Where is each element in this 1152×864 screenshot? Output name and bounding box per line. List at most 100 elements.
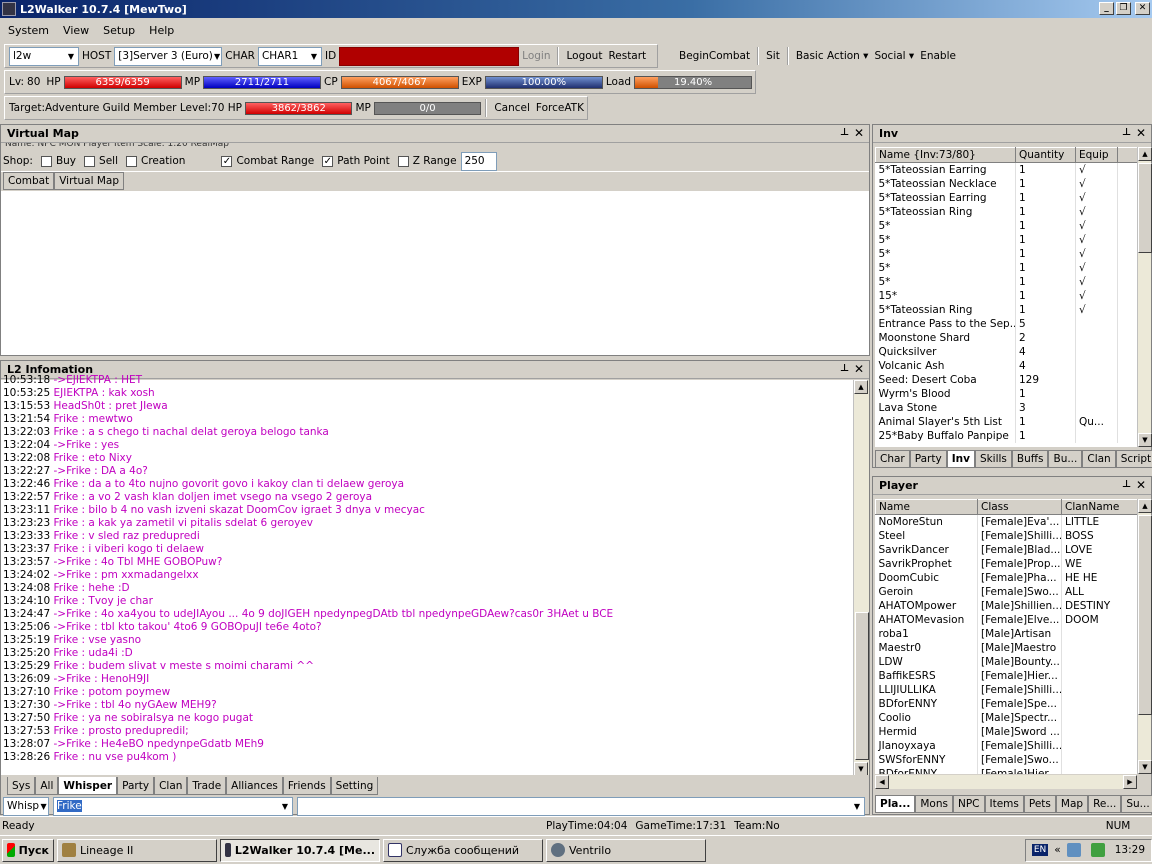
close-icon[interactable]: ✕: [854, 362, 864, 376]
inventory-row[interactable]: 5*Tateossian Ring 1 √: [875, 302, 1137, 317]
player-col-class[interactable]: Class: [977, 499, 1062, 515]
chat-log[interactable]: 10:53:18 ->EJIEKTPA : HET 10:53:25 EJIEKT…: [1, 374, 853, 776]
tab-virtual-map[interactable]: Virtual Map: [54, 172, 125, 190]
player-col-clan[interactable]: ClanName: [1061, 499, 1137, 515]
inv-col-name[interactable]: Name {Inv:73/80}: [875, 147, 1016, 163]
z-range-input[interactable]: 250: [460, 151, 497, 171]
player-row[interactable]: JIanoyxaya [Female]Shilli...: [875, 738, 1137, 753]
social-menu[interactable]: Social ▾: [874, 50, 914, 62]
message-input[interactable]: ▼: [297, 796, 865, 816]
inv-tab-4[interactable]: Buffs: [1011, 450, 1049, 468]
maximize-button[interactable]: ❐: [1116, 2, 1131, 15]
taskbar-l2walker[interactable]: L2Walker 10.7.4 [Me...: [220, 838, 380, 862]
player-row[interactable]: DoomCubic [Female]Pha... HE HE: [875, 570, 1137, 585]
chat-tab-sys[interactable]: Sys: [7, 777, 36, 795]
inventory-row[interactable]: Entrance Pass to the Sep... 5: [875, 316, 1137, 331]
inventory-scrollbar[interactable]: ▲ ▼: [1137, 147, 1152, 447]
inventory-row[interactable]: Moonstone Shard 2: [875, 330, 1137, 345]
tray-expand-icon[interactable]: «: [1054, 844, 1060, 856]
inventory-row[interactable]: Seed: Desert Coba 129: [875, 372, 1137, 387]
player-col-name[interactable]: Name: [875, 499, 978, 515]
menu-setup[interactable]: Setup: [103, 24, 135, 37]
menu-system[interactable]: System: [8, 24, 49, 37]
inv-col-quantity[interactable]: Quantity: [1015, 147, 1076, 163]
host-combo[interactable]: [3]Server 3 (Euro) ▼: [114, 46, 223, 66]
tab-combat[interactable]: Combat: [3, 172, 55, 190]
player-row[interactable]: AHATOMpower [Male]Shillien... DESTINY: [875, 598, 1137, 613]
minimize-button[interactable]: _: [1099, 2, 1114, 15]
inv-tab-6[interactable]: Clan: [1082, 450, 1116, 468]
chat-tab-alliances[interactable]: Alliances: [226, 777, 283, 795]
player-row[interactable]: BDforENNY [Female]Hier...: [875, 766, 1137, 774]
inv-tab-5[interactable]: Bu...: [1048, 450, 1083, 468]
scroll-down-icon[interactable]: ▼: [1138, 760, 1152, 774]
close-icon[interactable]: ✕: [1136, 126, 1146, 140]
player-row[interactable]: SavrikProphet [Female]Prop... WE: [875, 556, 1137, 571]
scroll-thumb[interactable]: [1138, 163, 1152, 253]
player-row[interactable]: SWSforENNY [Female]Swo...: [875, 752, 1137, 767]
scroll-down-icon[interactable]: ▼: [854, 762, 868, 776]
whisper-target-select[interactable]: Frike ▼: [53, 796, 293, 816]
player-tab-5[interactable]: Map: [1055, 795, 1089, 813]
player-tab-4[interactable]: Pets: [1023, 795, 1056, 813]
sync-icon[interactable]: [1090, 843, 1105, 857]
inv-col-equip[interactable]: Equip: [1075, 147, 1118, 163]
scroll-up-icon[interactable]: ▲: [854, 380, 868, 394]
inventory-row[interactable]: 15* 1 √: [875, 288, 1137, 303]
cancel-target-button[interactable]: Cancel: [494, 102, 530, 114]
inventory-row[interactable]: Lava Stone 3: [875, 400, 1137, 415]
inventory-row[interactable]: 5* 1 √: [875, 232, 1137, 247]
player-row[interactable]: LDW [Male]Bounty...: [875, 654, 1137, 669]
path-point-checkbox[interactable]: ✓: [322, 155, 334, 167]
enable-button[interactable]: Enable: [920, 50, 956, 62]
player-row[interactable]: BDforENNY [Female]Spe...: [875, 696, 1137, 711]
menu-view[interactable]: View: [63, 24, 89, 37]
player-row[interactable]: Maestr0 [Male]Maestro: [875, 640, 1137, 655]
sell-checkbox[interactable]: [84, 155, 96, 167]
chat-tab-friends[interactable]: Friends: [282, 777, 331, 795]
chat-scrollbar[interactable]: ▲ ▼: [853, 380, 869, 776]
player-row[interactable]: BaffikESRS [Female]Hier...: [875, 668, 1137, 683]
player-row[interactable]: NoMoreStun [Female]Eva'... LITTLE: [875, 514, 1137, 529]
player-tab-7[interactable]: Su...: [1121, 795, 1152, 813]
inventory-row[interactable]: 5* 1 √: [875, 246, 1137, 261]
player-hscrollbar[interactable]: ◀ ▶: [875, 775, 1137, 789]
scroll-thumb[interactable]: [1138, 515, 1152, 715]
pin-icon[interactable]: ⊥: [1122, 127, 1131, 138]
inventory-row[interactable]: 5* 1 √: [875, 218, 1137, 233]
scroll-left-icon[interactable]: ◀: [875, 775, 889, 789]
menu-help[interactable]: Help: [149, 24, 174, 37]
restart-button[interactable]: Restart: [608, 50, 646, 62]
inventory-row[interactable]: Quicksilver 4: [875, 344, 1137, 359]
inventory-row[interactable]: 5* 1 √: [875, 260, 1137, 275]
chat-tab-trade[interactable]: Trade: [187, 777, 227, 795]
inv-tab-1[interactable]: Party: [909, 450, 947, 468]
inv-tab-0[interactable]: Char: [875, 450, 910, 468]
logout-button[interactable]: Logout: [566, 50, 602, 62]
player-row[interactable]: roba1 [Male]Artisan: [875, 626, 1137, 641]
inventory-row[interactable]: Wyrm's Blood 1: [875, 386, 1137, 401]
buy-checkbox[interactable]: [40, 155, 52, 167]
player-scrollbar[interactable]: ▲ ▼: [1137, 499, 1152, 774]
z-range-checkbox[interactable]: [397, 155, 409, 167]
creation-checkbox[interactable]: [126, 155, 137, 167]
chat-tab-all[interactable]: All: [35, 777, 59, 795]
network-icon[interactable]: [1066, 843, 1081, 857]
player-row[interactable]: SavrikDancer [Female]Blad... LOVE: [875, 542, 1137, 557]
id-field-redacted[interactable]: [339, 46, 520, 66]
player-tab-6[interactable]: Re...: [1088, 795, 1122, 813]
inventory-row[interactable]: 5*Tateossian Ring 1 √: [875, 204, 1137, 219]
force-attack-button[interactable]: ForceATK: [536, 102, 584, 114]
scroll-up-icon[interactable]: ▲: [1138, 499, 1152, 513]
taskbar-ventrilo[interactable]: Ventrilo: [546, 838, 706, 862]
pin-icon[interactable]: ⊥: [840, 363, 849, 374]
game-combo[interactable]: l2w ▼: [9, 46, 79, 66]
player-row[interactable]: Hermid [Male]Sword ...: [875, 724, 1137, 739]
combat-range-checkbox[interactable]: ✓: [221, 155, 233, 167]
chat-tab-whisper[interactable]: Whisper: [58, 777, 118, 795]
start-button[interactable]: Пуск: [2, 838, 54, 862]
basic-action-menu[interactable]: Basic Action ▾: [796, 50, 869, 62]
inventory-row[interactable]: 5*Tateossian Earring 1 √: [875, 190, 1137, 205]
scroll-right-icon[interactable]: ▶: [1123, 775, 1137, 789]
inv-tab-2[interactable]: Inv: [946, 450, 975, 468]
